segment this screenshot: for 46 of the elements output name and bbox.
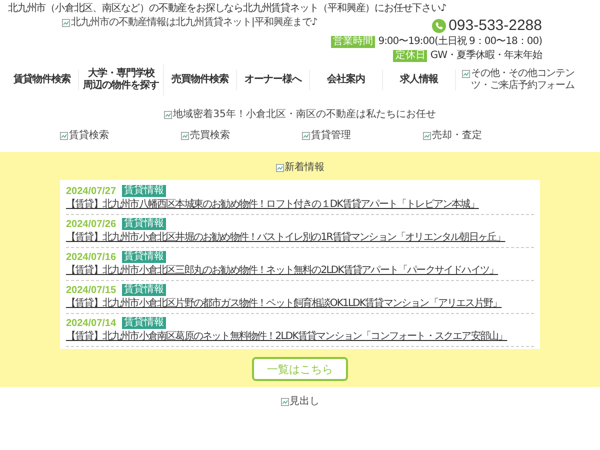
broken-image-icon <box>181 132 189 140</box>
category-tag: 賃貸情報 <box>122 185 166 197</box>
news-link[interactable]: 【賃貸】北九州市八幡西区本城東のお勧め物件！ロフト付きの１DK賃貸アパート「トレビアン本城」 <box>66 198 534 211</box>
image-alt-text: 賃貸管理 <box>311 130 351 142</box>
broken-image-icon <box>164 111 172 119</box>
site-tagline: 北九州市（小倉北区、南区など）の不動産をお探しなら北九州賃貸ネット（平和興産）にお任せ下さい♪ <box>7 2 448 15</box>
broken-image-icon <box>62 19 70 27</box>
nav-link[interactable]: 会社案内 <box>310 70 383 90</box>
news-date: 2024/07/26 <box>66 218 116 230</box>
broken-image-icon <box>423 132 431 140</box>
category-tag: 賃貸情報 <box>122 218 166 230</box>
hours-text: 9:00〜19:00(土日祝 9：00〜18：00) <box>378 36 542 48</box>
nav-link[interactable]: 大学・専門学校 周辺の物件を探す <box>79 64 164 96</box>
category-tag: 賃貸情報 <box>122 251 166 263</box>
broken-image-icon <box>276 164 284 172</box>
nav-link[interactable]: オーナー様へ <box>237 70 310 90</box>
news-link[interactable]: 【賃貸】北九州市小倉北区片野の都市ガス物件！ペット飼育相談OK1LDK賃貸マンション「アリエス片野」 <box>66 297 534 310</box>
image-alt-text: 地域密着35年！小倉北区・南区の不動産は私たちにお任せ <box>173 109 436 121</box>
hours-label: 定休日 <box>393 50 428 62</box>
nav-link[interactable]: 求人情報 <box>383 70 456 90</box>
phone-number[interactable]: 093-533-2288 <box>448 17 542 34</box>
news-link[interactable]: 【賃貸】北九州市小倉北区三郎丸のお勧め物件！ネット無料の2LDK賃貸アパート「パークサイドハイツ」 <box>66 264 534 277</box>
image-alt-text: 売買検索 <box>190 130 230 142</box>
category-tag: 賃貸情報 <box>122 284 166 296</box>
broken-image-icon <box>280 398 288 406</box>
category-tag: 賃貸情報 <box>122 317 166 329</box>
image-alt-text: その他・その他コンテンツ・ご来店予約フォーム <box>471 68 576 92</box>
broken-image-icon <box>462 70 470 78</box>
hours-text: GW・夏季休暇・年末年始 <box>430 50 542 62</box>
news-link[interactable]: 【賃貸】北九州市小倉南区葛原のネット無料物件！2LDK賃貸マンション「コンフォート・スクエア安部山」 <box>66 330 534 343</box>
news-date: 2024/07/27 <box>66 186 116 196</box>
image-alt-text: 北九州市の不動産情報は北九州賃貸ネット|平和興産まで♪ <box>71 17 318 29</box>
image-alt-text: 賃貸検索 <box>69 130 109 142</box>
nav-link[interactable]: 売買物件検索 <box>164 70 237 90</box>
news-date: 2024/07/16 <box>66 252 116 262</box>
news-date: 2024/07/15 <box>66 284 116 296</box>
phone-icon <box>432 18 446 32</box>
news-date: 2024/07/14 <box>66 318 116 328</box>
news-link[interactable]: 【賃貸】北九州市小倉北区井堀のお勧め物件！バストイレ別の1R賃貸マンション「オリエンタル朝日ヶ丘」 <box>66 231 534 244</box>
hours-label: 営業時間 <box>331 36 376 48</box>
image-alt-text: 売却・査定 <box>432 130 482 142</box>
broken-image-icon <box>60 132 68 140</box>
image-alt-text: 新着情報 <box>284 162 324 174</box>
image-alt-text: 見出し <box>290 396 320 408</box>
broken-image-icon <box>302 132 310 140</box>
nav-link[interactable]: 賃貸物件検索 <box>6 70 79 90</box>
